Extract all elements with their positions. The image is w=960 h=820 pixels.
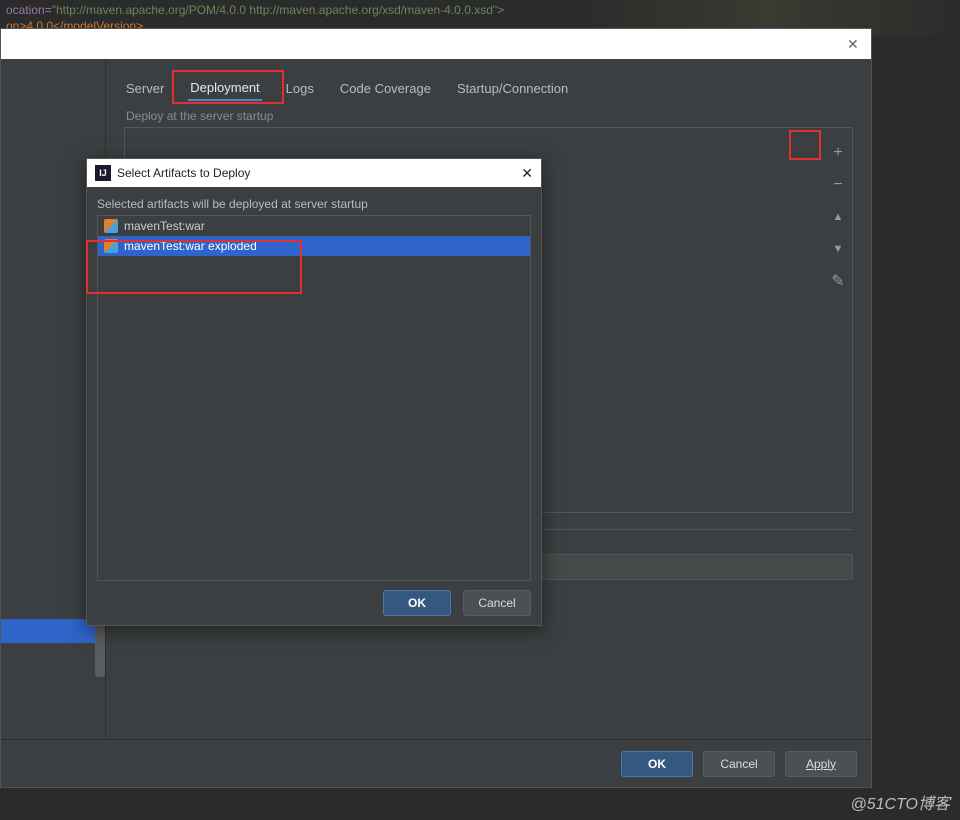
close-icon[interactable]: ✕ xyxy=(847,37,861,51)
watermark: @51CTO博客 xyxy=(850,790,950,814)
artifact-list[interactable]: mavenTest:war mavenTest:war exploded xyxy=(97,215,531,581)
popup-title: Select Artifacts to Deploy xyxy=(117,166,515,180)
popup-message: Selected artifacts will be deployed at s… xyxy=(97,197,531,211)
intellij-icon: IJ xyxy=(95,165,111,181)
config-tabs: Server Deployment Logs Code Coverage Sta… xyxy=(124,73,853,103)
artifact-icon xyxy=(104,239,118,253)
move-up-icon[interactable]: ▲ xyxy=(829,208,847,226)
ok-button[interactable]: OK xyxy=(621,751,693,777)
close-icon[interactable]: ✕ xyxy=(521,165,533,182)
deploy-side-toolbar: + − ▲ ▼ ✎ xyxy=(824,128,852,512)
remove-icon[interactable]: − xyxy=(829,176,847,194)
apply-button[interactable]: Apply xyxy=(785,751,857,777)
deploy-section-label: Deploy at the server startup xyxy=(126,109,853,123)
ok-button[interactable]: OK xyxy=(383,590,451,616)
outer-titlebar[interactable]: ✕ xyxy=(1,29,871,59)
outer-button-bar: OK Cancel Apply xyxy=(1,739,871,787)
artifact-icon xyxy=(104,219,118,233)
code-attr: ocation= xyxy=(6,3,52,17)
cancel-button[interactable]: Cancel xyxy=(703,751,775,777)
code-text: > xyxy=(497,3,504,17)
artifact-row[interactable]: mavenTest:war exploded xyxy=(98,236,530,256)
select-artifacts-dialog: IJ Select Artifacts to Deploy ✕ Selected… xyxy=(86,158,542,626)
artifact-label: mavenTest:war xyxy=(124,219,205,233)
move-down-icon[interactable]: ▼ xyxy=(829,240,847,258)
popup-body: Selected artifacts will be deployed at s… xyxy=(87,187,541,581)
scrollbar-thumb[interactable] xyxy=(95,619,105,677)
tab-code-coverage[interactable]: Code Coverage xyxy=(338,77,433,100)
cancel-button[interactable]: Cancel xyxy=(463,590,531,616)
popup-button-bar: OK Cancel xyxy=(87,581,541,625)
code-string: "http://maven.apache.org/POM/4.0.0 http:… xyxy=(52,3,497,17)
artifact-row[interactable]: mavenTest:war xyxy=(98,216,530,236)
edit-icon[interactable]: ✎ xyxy=(829,272,847,290)
tab-startup-connection[interactable]: Startup/Connection xyxy=(455,77,570,100)
popup-titlebar[interactable]: IJ Select Artifacts to Deploy ✕ xyxy=(87,159,541,187)
artifact-label: mavenTest:war exploded xyxy=(124,239,257,253)
add-icon[interactable]: + xyxy=(829,144,847,162)
tab-deployment[interactable]: Deployment xyxy=(188,76,261,101)
tab-logs[interactable]: Logs xyxy=(284,77,316,100)
tab-server[interactable]: Server xyxy=(124,77,166,100)
